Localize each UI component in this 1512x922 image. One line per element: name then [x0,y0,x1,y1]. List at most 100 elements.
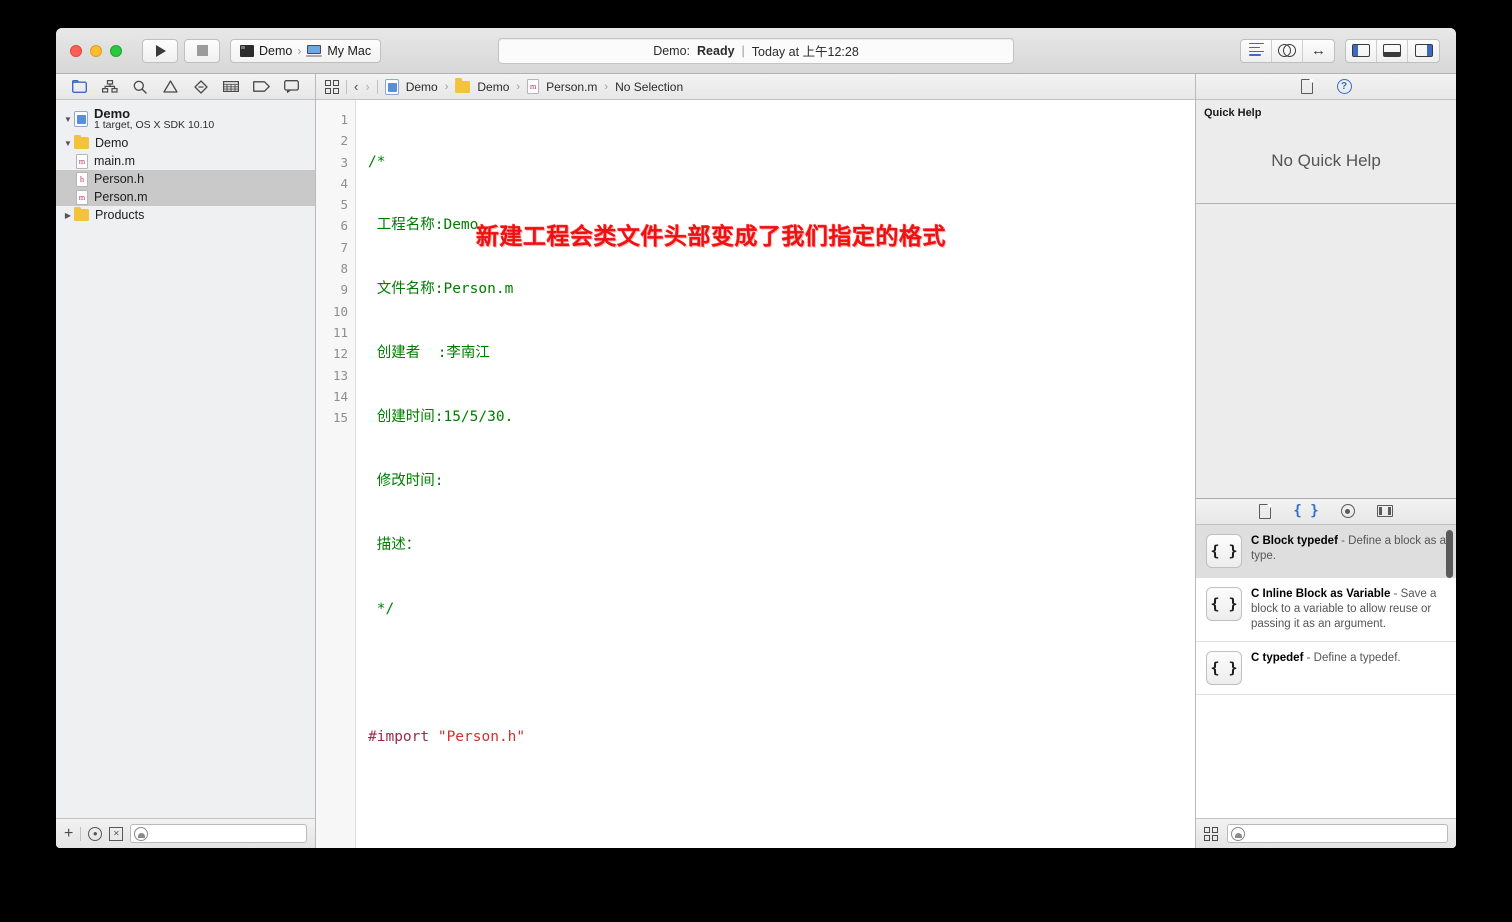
line-number: 2 [340,133,348,149]
scheme-project-label: Demo [259,43,293,58]
code-snippet-list[interactable]: { } C Block typedef - Define a block as … [1196,524,1456,818]
jumpbar-divider [346,79,347,94]
breadcrumb-group[interactable]: Demo [477,80,509,94]
inspector-empty-area [1196,204,1456,499]
maximize-window-button[interactable] [110,44,122,57]
version-editor-icon: ↔ [1311,42,1326,59]
chevron-down-icon[interactable] [62,139,74,148]
list-item[interactable]: { } C typedef - Define a typedef. [1196,642,1456,696]
snippet-title: C Block typedef [1251,534,1338,547]
report-navigator-tab[interactable] [282,78,302,96]
traffic-lights [56,44,122,57]
toolbar-right-controls: ↔ [1240,38,1456,63]
tag-icon [252,81,270,92]
snippet-brace-icon: { } [1206,533,1242,568]
code-area[interactable]: 1 2 3 4 5 6 7 8 9 10 11 12 13 14 15 /* 工… [316,100,1195,848]
code-text[interactable]: /* 工程名称:Demo 文件名称:Person.m 创建者 :李南江 创建时间… [356,100,1195,848]
library-tab-bar: { } [1196,498,1456,525]
library-filter-field[interactable] [1227,824,1448,843]
navigator-panel: Demo 1 target, OS X SDK 10.10 Demo m mai… [56,74,316,848]
snippet-dash: - [1337,534,1349,547]
back-button[interactable]: ‹ [354,79,358,94]
status-time: Today at 上午12:28 [751,45,859,59]
file-m-icon: m [76,189,88,205]
chevron-down-icon[interactable] [62,115,74,124]
assistant-editor-button[interactable] [1272,39,1303,62]
tree-item-products[interactable]: Products [56,206,315,224]
diamond-icon [194,79,208,94]
line-number: 8 [340,261,348,277]
xcode-window: Demo › My Mac Demo: Ready | Today at 上午1… [56,28,1456,848]
filter-bubble-icon [134,826,149,841]
activity-status-bar: Demo: Ready | Today at 上午12:28 [498,37,1014,64]
object-library-tab[interactable] [1340,504,1355,518]
code-line: 描述： [368,536,421,553]
status-divider: | [741,43,745,58]
stop-button[interactable] [184,38,220,63]
symbol-navigator-tab[interactable] [100,78,120,96]
line-number: 10 [332,303,348,319]
stop-icon [196,45,208,56]
minimize-window-button[interactable] [90,44,102,57]
file-template-library-tab[interactable] [1259,503,1272,519]
chevron-right-icon[interactable] [62,211,74,220]
add-file-button[interactable]: + [64,825,73,842]
forward-button[interactable]: › [365,79,369,94]
related-items-icon[interactable] [325,79,339,94]
code-line: 文件名称:Person.m [368,281,514,298]
debug-navigator-tab[interactable] [221,78,241,96]
source-control-filter-icon[interactable]: ✕ [109,826,124,841]
media-library-tab[interactable] [1376,505,1393,517]
code-snippet-library-tab[interactable]: { } [1293,503,1318,519]
library-view-options-icon[interactable] [1204,826,1218,841]
run-button[interactable] [142,38,178,63]
recent-files-filter-icon[interactable]: ● [88,826,103,841]
file-inspector-tab[interactable] [1300,79,1313,94]
breadcrumb-project[interactable]: Demo [406,80,438,94]
snippet-dash: - [1303,652,1314,665]
tree-item-demo-folder[interactable]: Demo [56,134,315,152]
annotation-text: 新建工程会类文件头部变成了我们指定的格式 [476,224,946,250]
breadcrumb-file[interactable]: Person.m [546,80,597,94]
tree-item-person-m[interactable]: m Person.m [56,188,315,206]
status-state: Ready [697,43,735,58]
line-number: 12 [332,346,348,362]
toggle-debug-area-button[interactable] [1377,39,1408,62]
breadcrumb-selection[interactable]: No Selection [615,80,683,94]
issue-navigator-tab[interactable] [160,78,180,96]
file-m-icon: m [527,79,540,94]
toggle-navigator-button[interactable] [1346,39,1377,62]
breakpoint-navigator-tab[interactable] [251,78,271,96]
debug-panel-icon [1383,44,1401,57]
snippet-title: C typedef [1251,652,1304,665]
library-footer [1196,818,1456,848]
quick-help-inspector-tab[interactable]: ? [1336,79,1352,94]
tree-item-project[interactable]: Demo 1 target, OS X SDK 10.10 [56,104,315,134]
navigator-tab-bar [56,74,315,100]
find-navigator-tab[interactable] [130,78,150,96]
standard-editor-button[interactable] [1241,39,1272,62]
close-window-button[interactable] [70,44,82,57]
list-item[interactable]: { } C Inline Block as Variable - Save a … [1196,578,1456,643]
code-line: 修改时间: [368,473,444,490]
my-mac-icon [306,44,323,57]
line-number: 14 [332,388,348,404]
project-navigator-tab[interactable] [69,78,89,96]
tree-item-main-m[interactable]: m main.m [56,152,315,170]
code-line: */ [368,600,395,617]
version-editor-button[interactable]: ↔ [1303,40,1334,62]
library-scrollbar[interactable] [1446,529,1453,578]
line-number: 9 [340,282,348,298]
folder-icon [74,134,89,149]
tree-item-person-h[interactable]: h Person.h [56,170,315,188]
snippet-description: Define a typedef. [1313,652,1401,665]
view-toggle-segmented-control [1345,38,1440,63]
navigator-filter-field[interactable] [130,824,307,843]
code-token-string: "Person.h" [437,728,526,745]
scheme-selector[interactable]: Demo › My Mac [230,38,382,63]
toggle-utilities-button[interactable] [1408,40,1439,62]
list-item[interactable]: { } C Block typedef - Define a block as … [1196,524,1456,578]
test-navigator-tab[interactable] [191,78,211,96]
